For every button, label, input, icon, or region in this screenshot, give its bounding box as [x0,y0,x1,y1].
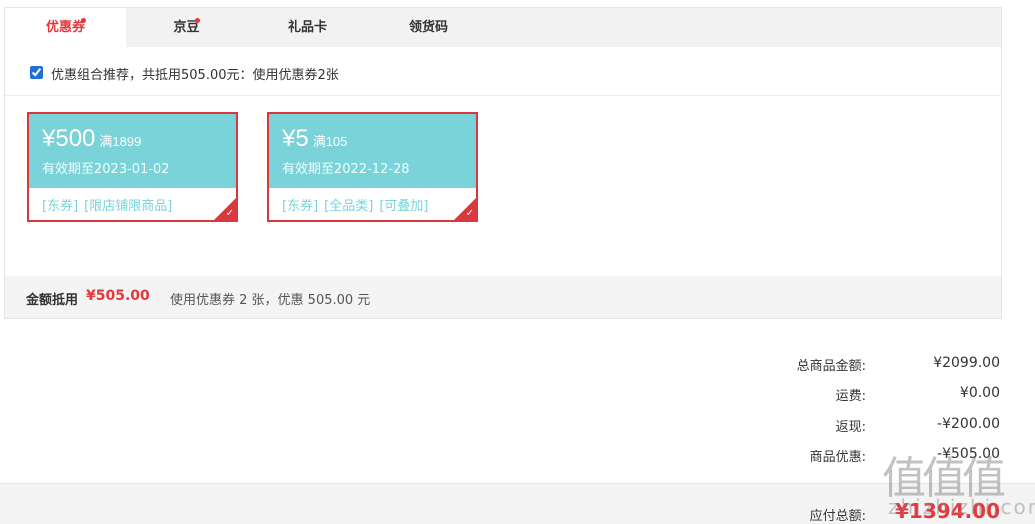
combo-recommend-text: 优惠组合推荐，共抵用505.00元：使用优惠券2张 [51,68,339,83]
discount-summary-bar: 金额抵用 ¥505.00 使用优惠券 2 张，优惠 505.00 元 [5,276,1001,318]
coupon-tags: [东券] [全品类] [可叠加] [282,195,434,214]
discount-summary-amount: ¥505.00 [86,288,150,304]
total-label: 运费: [835,389,866,404]
total-row-discount: 商品优惠: -¥505.00 [0,446,1035,466]
coupon-validity: 有效期至2022-12-28 [282,162,410,177]
notification-dot-icon [81,18,86,23]
payable-amount: ¥1394.00 [894,499,1000,523]
coupon-condition: 满1899 [99,134,142,149]
coupon-amount: ¥500 [42,125,96,152]
total-value: -¥200.00 [937,416,1000,432]
coupon-card[interactable]: ¥500 满1899 有效期至2023-01-02 [东券] [限店铺限商品] ✓ [27,112,238,222]
coupon-tags: [东券] [限店铺限商品] [42,195,178,214]
tab-label: 优惠券 [45,20,85,35]
tab-gift-card[interactable]: 礼品卡 [247,8,368,47]
discount-summary-label: 金额抵用 [26,293,79,308]
total-row-goods: 总商品金额: ¥2099.00 [0,355,1035,375]
coupon-tag: [东券] [42,199,79,214]
combo-recommend-row: 优惠组合推荐，共抵用505.00元：使用优惠券2张 [5,47,1001,96]
coupon-tag: [限店铺限商品] [84,199,173,214]
payable-bar: 应付总额: ¥1394.00 [0,483,1035,524]
discount-summary-desc: 使用优惠券 2 张，优惠 505.00 元 [170,293,371,308]
coupon-panel: 优惠券 京豆 礼品卡 领货码 优惠组合推荐，共抵用505.00元：使用优惠券2张… [4,7,1002,319]
coupon-amount-line: ¥5 满105 [282,125,347,153]
coupon-validity: 有效期至2023-01-02 [42,162,170,177]
total-value: ¥0.00 [959,385,1000,401]
combo-recommend-checkbox[interactable] [30,66,43,79]
coupon-header: ¥500 满1899 有效期至2023-01-02 [29,114,236,188]
total-row-cashback: 返现: -¥200.00 [0,416,1035,436]
tab-label: 领货码 [408,20,448,35]
tab-jingdou[interactable]: 京豆 [126,8,247,47]
payable-label: 应付总额: [809,509,866,524]
coupon-tag: [全品类] [324,199,374,214]
total-label: 总商品金额: [796,359,866,374]
total-row-shipping: 运费: ¥0.00 [0,385,1035,405]
coupon-tag: [可叠加] [379,199,429,214]
checkmark-icon: ✓ [465,208,474,219]
coupon-header: ¥5 满105 有效期至2022-12-28 [269,114,476,188]
tab-redeem-code[interactable]: 领货码 [368,8,489,47]
discount-tabs: 优惠券 京豆 礼品卡 领货码 [5,8,1001,47]
tab-coupons[interactable]: 优惠券 [5,8,126,47]
coupon-amount-line: ¥500 满1899 [42,125,141,153]
notification-dot-icon [195,18,200,23]
total-value: -¥505.00 [937,446,1000,462]
total-label: 商品优惠: [809,450,866,465]
coupon-condition: 满105 [312,134,348,149]
coupon-card[interactable]: ¥5 满105 有效期至2022-12-28 [东券] [全品类] [可叠加] ✓ [267,112,478,222]
coupon-amount: ¥5 [282,125,309,152]
total-value: ¥2099.00 [933,355,1000,371]
checkmark-icon: ✓ [225,208,234,219]
tab-label: 礼品卡 [287,20,327,35]
coupon-tag: [东券] [282,199,319,214]
total-label: 返现: [835,420,866,435]
